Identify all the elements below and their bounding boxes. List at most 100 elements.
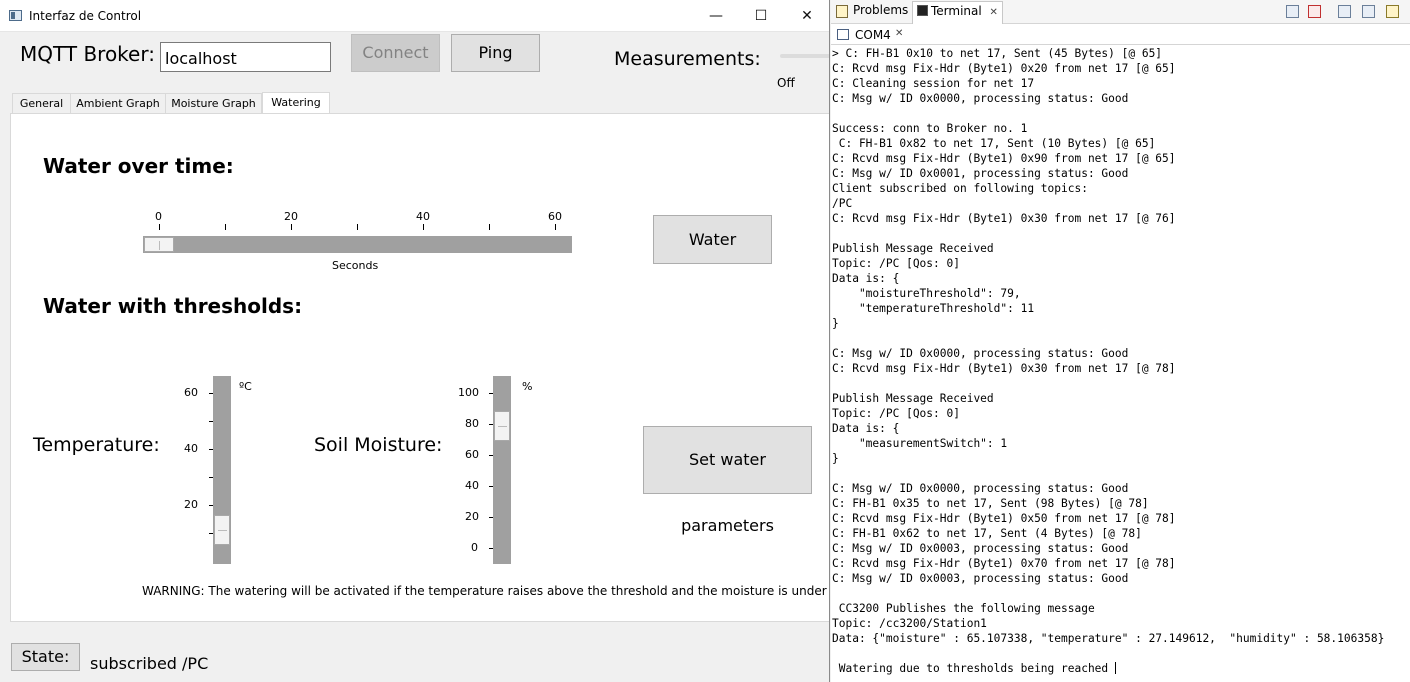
terminal-line: /PC [832, 197, 853, 210]
tab-terminal[interactable]: Terminal ✕ [912, 1, 1003, 24]
moisture-slider[interactable]: 100 80 60 40 20 0 % [451, 374, 541, 566]
measurements-label: Measurements: [614, 48, 761, 70]
moisture-tick-label: 0 [471, 541, 478, 554]
water-with-thresholds-heading: Water with thresholds: [43, 294, 303, 318]
terminal-line: Topic: /cc3200/Station1 [832, 617, 987, 630]
watering-warning: WARNING: The watering will be activated … [142, 584, 829, 598]
temperature-slider[interactable]: 60 40 20 ºC [176, 374, 256, 566]
title-bar[interactable]: Interfaz de Control — ☐ ✕ [0, 0, 829, 32]
time-tick [291, 224, 292, 230]
terminal-output[interactable]: > C: FH-B1 0x10 to net 17, Sent (45 Byte… [832, 46, 1410, 676]
terminal-line: Publish Message Received [832, 242, 994, 255]
maximize-button[interactable]: ☐ [738, 0, 784, 32]
terminal-line: } [832, 317, 839, 330]
watering-panel: Water over time: 0 20 40 60 Seconds Wate… [10, 113, 829, 622]
terminal-line: C: Rcvd msg Fix-Hdr (Byte1) 0x50 from ne… [832, 512, 1176, 525]
time-tick [357, 224, 358, 230]
terminal-view: Problems Terminal ✕ COM4 ✕ > C: FH-B1 0x… [831, 0, 1410, 682]
terminal-line: C: Rcvd msg Fix-Hdr (Byte1) 0x30 from ne… [832, 212, 1176, 225]
temperature-tick-label: 60 [184, 386, 198, 399]
window-title: Interfaz de Control [29, 9, 142, 23]
clear-console-icon[interactable] [1362, 5, 1375, 18]
terminal-line: Data is: { [832, 272, 900, 285]
console-icon [837, 29, 849, 40]
state-value: subscribed /PC [90, 654, 209, 673]
time-tick-label: 40 [416, 210, 430, 223]
tab-watering[interactable]: Watering [262, 92, 330, 114]
terminal-line: "temperatureThreshold": 11 [832, 302, 1035, 315]
tab-moisture-graph[interactable]: Moisture Graph [165, 93, 262, 113]
minimize-button[interactable]: — [693, 0, 739, 32]
terminal-line: C: FH-B1 0x82 to net 17, Sent (10 Bytes)… [832, 137, 1156, 150]
terminal-line: C: FH-B1 0x62 to net 17, Sent (4 Bytes) … [832, 527, 1142, 540]
moisture-tick-label: 20 [465, 510, 479, 523]
soil-moisture-label: Soil Moisture: [314, 434, 443, 456]
time-tick [225, 224, 226, 230]
set-water-parameters-button[interactable]: Set water parameters [643, 426, 812, 535]
broker-input[interactable]: localhost [160, 42, 331, 72]
measurements-switch[interactable] [780, 54, 829, 58]
terminal-line: } [832, 452, 839, 465]
terminal-line: Data is: { [832, 422, 900, 435]
time-slider-handle[interactable] [144, 237, 174, 252]
terminal-line: "measurementSwitch": 1 [832, 437, 1008, 450]
console-tab-bar: COM4 ✕ [831, 25, 1410, 45]
close-com4-icon[interactable]: ✕ [895, 28, 903, 39]
close-button[interactable]: ✕ [784, 0, 829, 32]
temperature-label: Temperature: [33, 434, 160, 456]
temperature-slider-handle[interactable] [214, 515, 230, 546]
terminal-line: C: Msg w/ ID 0x0000, processing status: … [832, 347, 1129, 360]
scroll-lock-icon[interactable] [1338, 5, 1351, 18]
terminal-line: C: Msg w/ ID 0x0000, processing status: … [832, 92, 1129, 105]
temperature-tick-label: 40 [184, 442, 198, 455]
moisture-slider-groove [493, 376, 511, 564]
time-slider-groove [143, 236, 572, 253]
terminal-line: C: Msg w/ ID 0x0003, processing status: … [832, 572, 1129, 585]
app-window-icon [9, 10, 22, 21]
time-slider[interactable]: 0 20 40 60 Seconds [143, 210, 573, 272]
moisture-tick-label: 80 [465, 417, 479, 430]
terminal-tab-label: Terminal [931, 4, 982, 18]
terminal-line: Topic: /PC [Qos: 0] [832, 257, 960, 270]
moisture-tick-label: 60 [465, 448, 479, 461]
pin-view-icon[interactable] [1386, 5, 1399, 18]
close-tab-icon[interactable]: ✕ [990, 7, 998, 18]
tab-problems[interactable]: Problems [853, 3, 908, 17]
terminal-line: Watering due to thresholds being reached [832, 662, 1116, 675]
tab-com4[interactable]: COM4 [855, 28, 891, 42]
terminal-line: "moistureThreshold": 79, [832, 287, 1021, 300]
terminal-line: C: Rcvd msg Fix-Hdr (Byte1) 0x90 from ne… [832, 152, 1176, 165]
time-tick-label: 0 [155, 210, 162, 223]
time-tick [423, 224, 424, 230]
text-cursor [1114, 662, 1116, 674]
disconnect-icon[interactable] [1308, 5, 1321, 18]
time-tick-label: 20 [284, 210, 298, 223]
temperature-tick-label: 20 [184, 498, 198, 511]
terminal-tab-icon [917, 5, 928, 16]
tab-general[interactable]: General [12, 93, 71, 113]
terminal-line: C: Rcvd msg Fix-Hdr (Byte1) 0x70 from ne… [832, 557, 1176, 570]
terminal-line: C: Msg w/ ID 0x0000, processing status: … [832, 482, 1129, 495]
terminal-line: > C: FH-B1 0x10 to net 17, Sent (45 Byte… [832, 47, 1163, 60]
ping-button[interactable]: Ping [451, 34, 540, 72]
time-tick [489, 224, 490, 230]
terminal-settings-icon[interactable] [1286, 5, 1299, 18]
time-tick-label: 60 [548, 210, 562, 223]
terminal-line: Success: conn to Broker no. 1 [832, 122, 1028, 135]
terminal-line: C: Rcvd msg Fix-Hdr (Byte1) 0x30 from ne… [832, 362, 1176, 375]
water-button[interactable]: Water [653, 215, 772, 264]
moisture-slider-handle[interactable] [494, 410, 510, 441]
time-unit-label: Seconds [332, 259, 379, 272]
broker-label: MQTT Broker: [20, 42, 155, 66]
connect-button[interactable]: Connect [351, 34, 440, 72]
view-tab-bar: Problems Terminal ✕ [831, 0, 1410, 24]
tab-ambient-graph[interactable]: Ambient Graph [70, 93, 166, 113]
terminal-line: Publish Message Received [832, 392, 994, 405]
state-button[interactable]: State: [11, 643, 80, 671]
moisture-tick-label: 100 [458, 386, 479, 399]
